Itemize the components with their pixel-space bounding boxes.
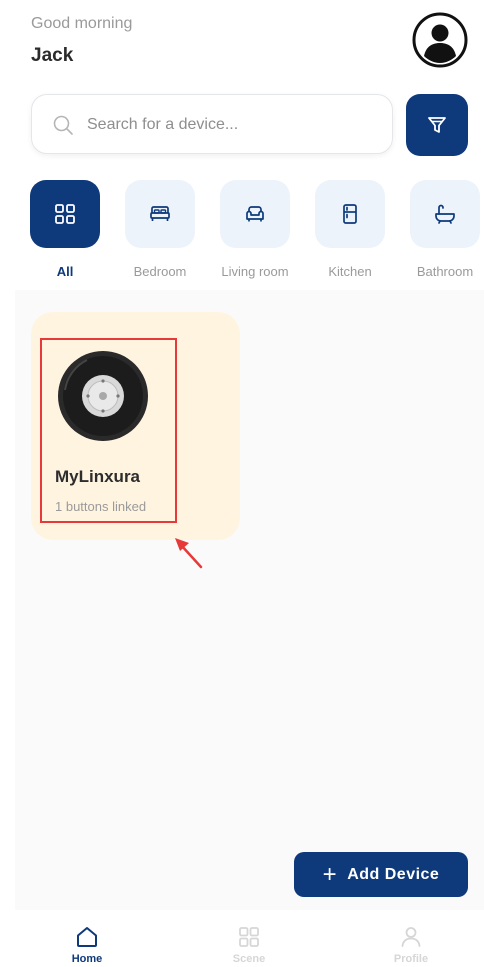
nav-profile[interactable]: Profile [371,924,451,965]
nav-scene[interactable]: Scene [209,924,289,965]
nav-profile-label: Profile [393,953,429,965]
category-bathroom[interactable]: Bathroom [410,180,480,279]
annotation-arrow-icon [175,538,203,569]
home-icon [77,927,97,947]
highlight-box [40,338,177,523]
scene-grid-icon [239,927,259,947]
add-device-button[interactable]: + Add Device [294,852,468,897]
search-icon [53,115,73,135]
filter-button[interactable] [406,94,468,156]
fridge-icon [343,204,357,224]
category-bedroom[interactable]: Bedroom [125,180,195,279]
bottom-nav: Home Scene Profile [0,912,484,967]
sofa-icon [246,206,264,222]
search-input[interactable] [87,109,377,141]
category-label: Bedroom [133,264,187,279]
bed-icon [150,206,170,221]
grid-icon [55,204,75,224]
search-bar[interactable] [31,94,393,154]
nav-home[interactable]: Home [47,924,127,965]
category-label: Bathroom [416,264,474,279]
category-kitchen[interactable]: Kitchen [315,180,385,279]
filter-icon [428,117,446,133]
category-living-room[interactable]: Living room [220,180,290,279]
category-list: All Bedroom Living room Kitchen Bathroom [30,180,484,280]
category-label: Kitchen [328,264,372,279]
profile-icon [401,927,421,947]
category-all[interactable]: All [30,180,100,279]
header: Good morning Jack A [0,0,484,290]
plus-icon: + [322,860,338,888]
category-label: All [56,264,74,279]
nav-scene-label: Scene [232,953,266,965]
greeting-text: Good morning [31,15,133,32]
username: Jack [31,45,74,66]
add-device-label: Add Device [347,865,440,883]
category-label: Living room [221,264,289,279]
device-card[interactable]: MyLinxura 1 buttons linked [31,312,240,540]
bathtub-icon [435,204,455,224]
avatar-icon[interactable] [412,12,468,68]
nav-home-label: Home [71,953,103,965]
